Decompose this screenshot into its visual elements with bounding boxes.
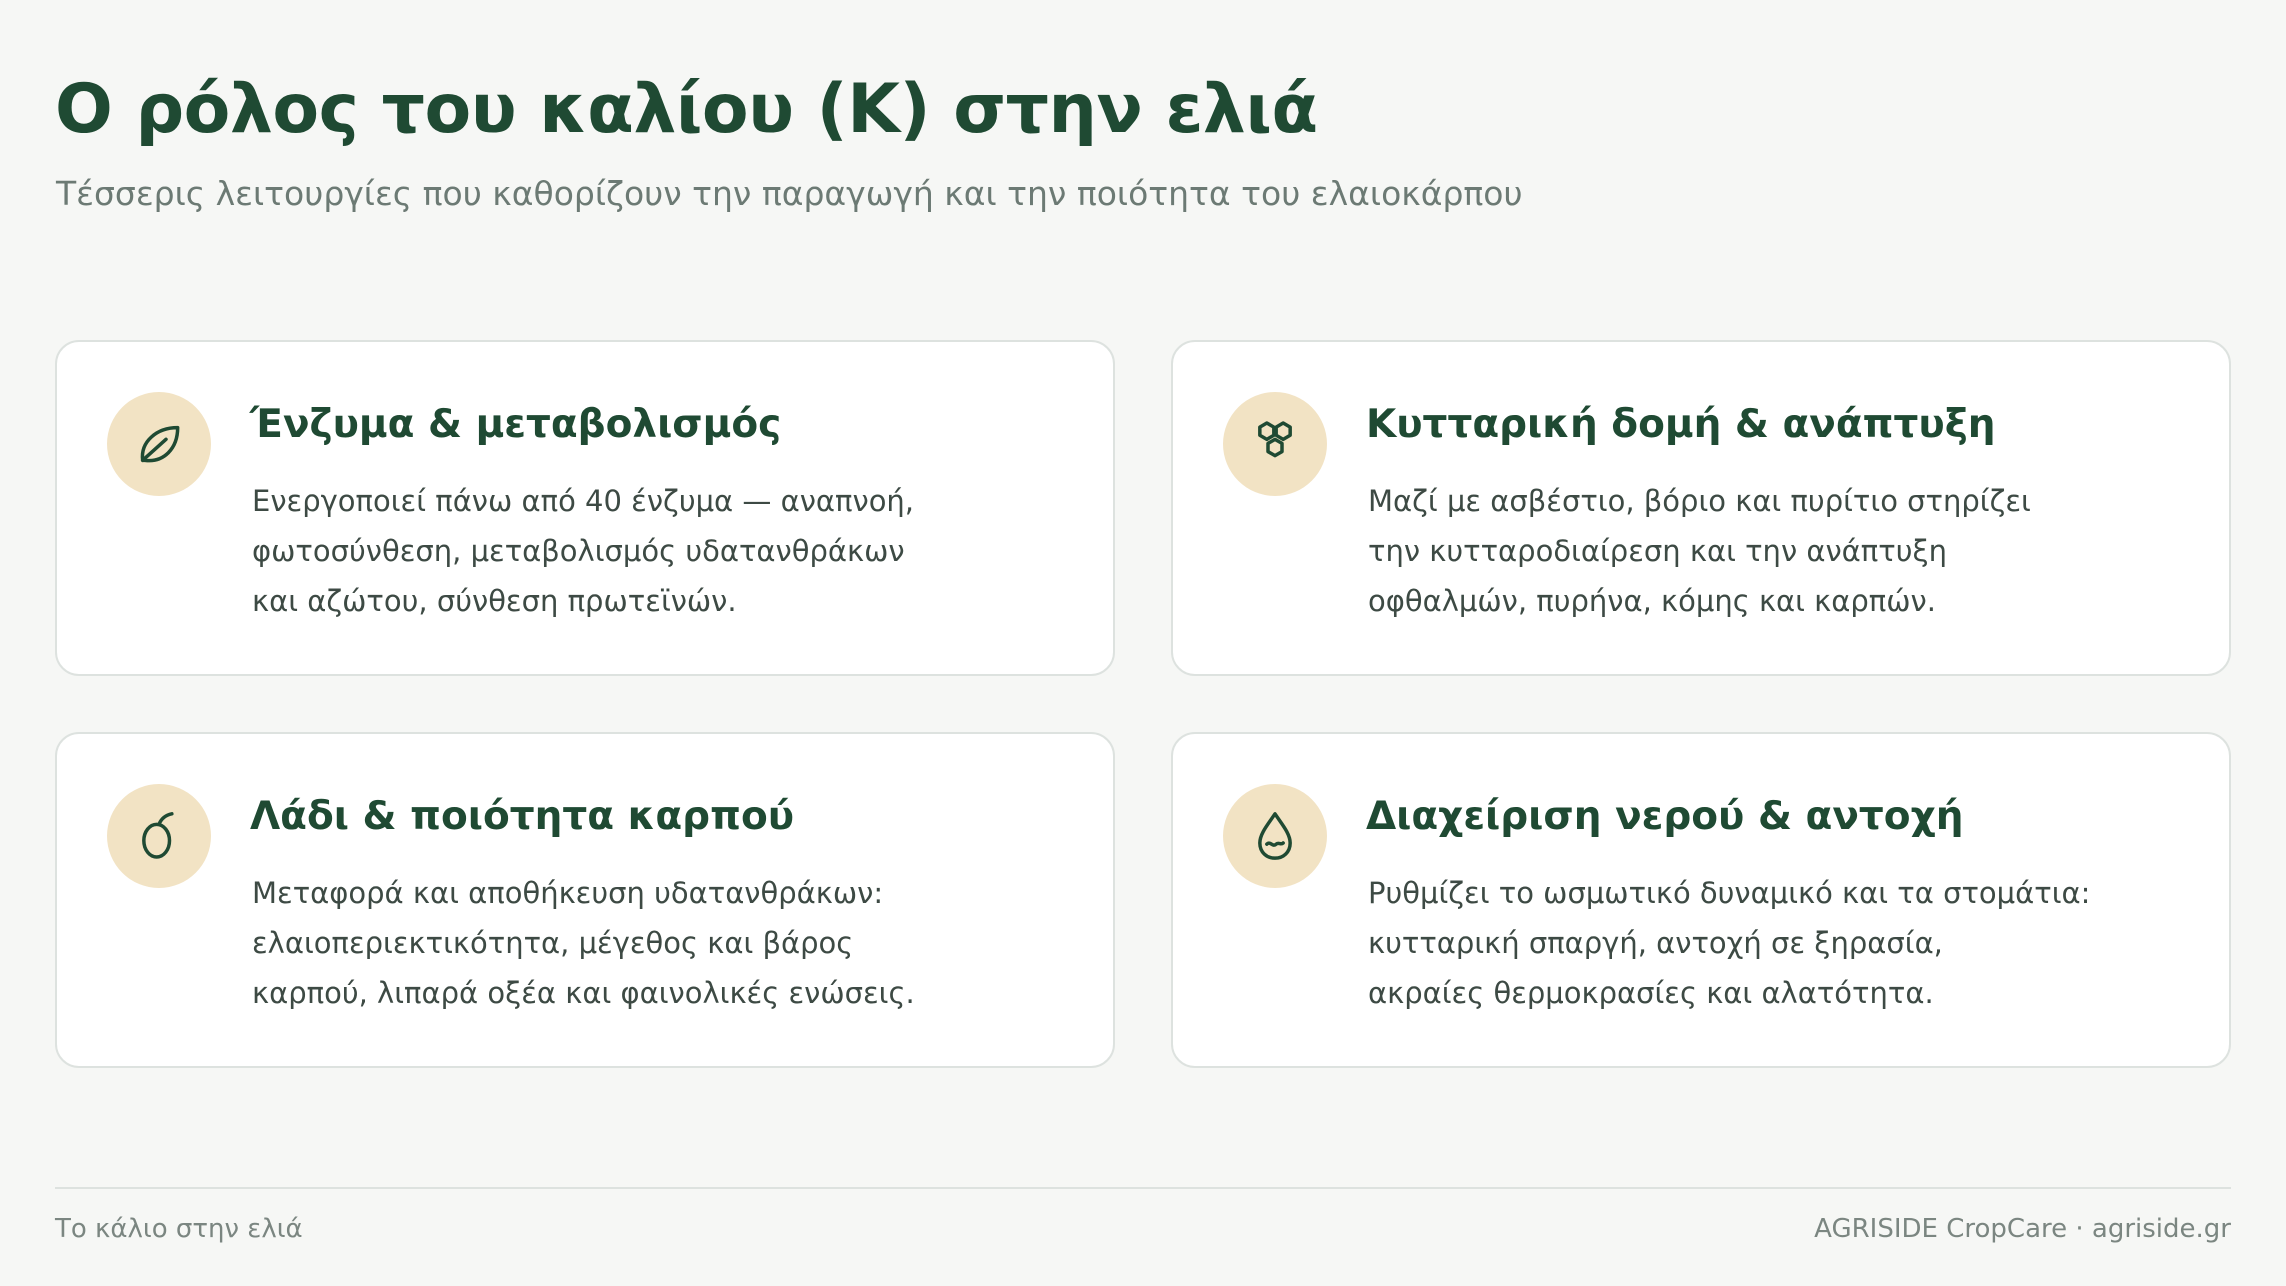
card-title: Διαχείριση νερού & αντοχή (1366, 794, 1964, 839)
footer-brand: AGRISIDE CropCare · agriside.gr (1814, 1214, 2231, 1244)
cells-icon (1223, 392, 1327, 496)
footer-divider (55, 1187, 2231, 1189)
leaf-icon (107, 392, 211, 496)
card-title: Λάδι & ποιότητα καρπού (250, 794, 795, 839)
page-title: Ο ρόλος του καλίου (K) στην ελιά (55, 70, 1318, 149)
card-description: Ενεργοποιεί πάνω από 40 ένζυμα — αναπνοή… (252, 484, 915, 618)
footer-caption: Το κάλιο στην ελιά (55, 1214, 303, 1244)
page-subtitle: Τέσσερις λειτουργίες που καθορίζουν την … (56, 174, 1523, 213)
card-title: Κυτταρική δομή & ανάπτυξη (1366, 402, 1996, 447)
card-description: Μεταφορά και αποθήκευση υδατανθράκων: ελ… (252, 876, 915, 1010)
water-drop-icon (1223, 784, 1327, 888)
feature-card-oil-quality: Λάδι & ποιότητα καρπού Μεταφορά και αποθ… (55, 732, 1115, 1068)
card-description: Μαζί με ασβέστιο, βόριο και πυρίτιο στηρ… (1368, 484, 2031, 618)
card-title: Ένζυμα & μεταβολισμός (250, 402, 782, 447)
feature-card-cell-structure: Κυτταρική δομή & ανάπτυξη Μαζί με ασβέστ… (1171, 340, 2231, 676)
olive-icon (107, 784, 211, 888)
card-description: Ρυθμίζει το ωσμωτικό δυναμικό και τα στο… (1368, 876, 2091, 1010)
feature-card-enzymes: Ένζυμα & μεταβολισμός Ενεργοποιεί πάνω α… (55, 340, 1115, 676)
feature-card-water-management: Διαχείριση νερού & αντοχή Ρυθμίζει το ωσ… (1171, 732, 2231, 1068)
